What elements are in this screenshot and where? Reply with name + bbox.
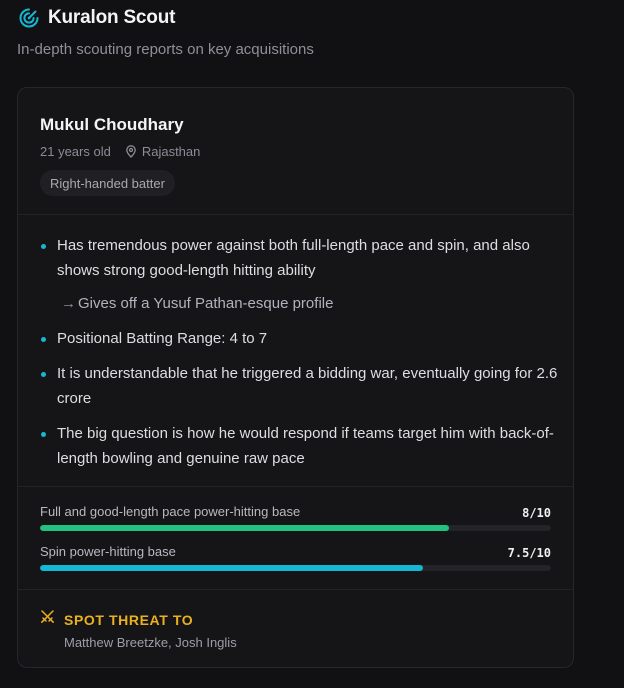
stat-label: Spin power-hitting base xyxy=(40,544,176,559)
player-header: Mukul Choudhary 21 years old Rajasthan R… xyxy=(18,88,573,215)
crossed-swords-icon xyxy=(40,609,55,624)
note-text: The big question is how he would respond… xyxy=(57,425,554,467)
player-meta: 21 years old Rajasthan xyxy=(40,144,200,159)
radar-icon xyxy=(18,7,40,29)
bullet-dot xyxy=(41,372,46,377)
stat-bar-track xyxy=(40,565,551,571)
map-pin-icon xyxy=(125,145,137,158)
bullet-dot xyxy=(41,244,46,249)
player-name: Mukul Choudhary xyxy=(40,115,184,134)
note-subitem-text: Gives off a Yusuf Pathan-esque profile xyxy=(78,295,334,312)
note-subitem: → Gives off a Yusuf Pathan-esque profile xyxy=(40,291,560,316)
role-badge: Right-handed batter xyxy=(40,170,175,196)
bullet-dot xyxy=(41,432,46,437)
note-item: It is understandable that he triggered a… xyxy=(40,361,560,411)
scouting-report-card: Mukul Choudhary 21 years old Rajasthan R… xyxy=(17,87,574,668)
stat-bar-track xyxy=(40,525,551,531)
threat-heading: SPOT THREAT TO xyxy=(64,612,194,628)
stat-bar-fill xyxy=(40,525,449,531)
stat-value: 8/10 xyxy=(522,506,551,520)
player-location: Rajasthan xyxy=(141,144,201,159)
arrow-right-icon: → xyxy=(61,295,76,312)
scouting-notes: Has tremendous power against both full-l… xyxy=(40,233,560,471)
stat-value: 7.5/10 xyxy=(507,546,551,560)
app-header: Kuralon Scout xyxy=(18,7,175,29)
threat-players: Matthew Breetzke, Josh Inglis xyxy=(64,635,237,650)
note-item: Has tremendous power against both full-l… xyxy=(40,233,560,283)
note-text: Positional Batting Range: 4 to 7 xyxy=(57,330,268,347)
stat-bars: Full and good-length pace power-hitting … xyxy=(18,486,573,590)
stat-label: Full and good-length pace power-hitting … xyxy=(40,504,301,519)
bullet-dot xyxy=(41,337,46,342)
note-text: Has tremendous power against both full-l… xyxy=(57,237,530,279)
stat-bar-fill xyxy=(40,565,424,571)
note-text: It is understandable that he triggered a… xyxy=(57,365,558,407)
note-item: The big question is how he would respond… xyxy=(40,421,560,471)
app-subtitle: In-depth scouting reports on key acquisi… xyxy=(17,41,314,58)
note-item: Positional Batting Range: 4 to 7 xyxy=(40,326,560,351)
app-title: Kuralon Scout xyxy=(48,7,176,28)
player-age: 21 years old xyxy=(40,144,111,159)
